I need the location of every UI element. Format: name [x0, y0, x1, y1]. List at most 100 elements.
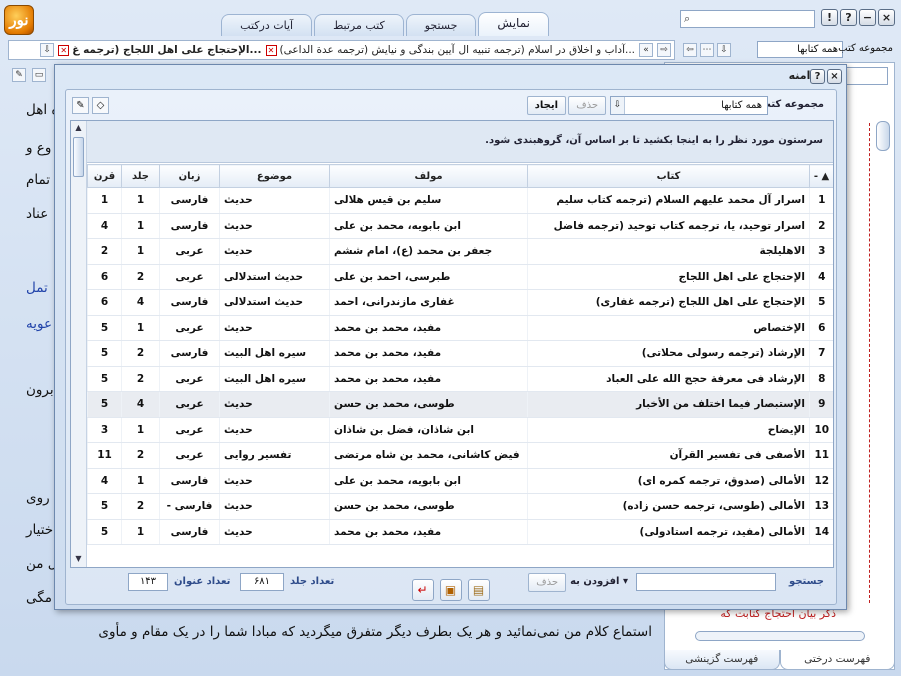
help-button[interactable]: ?	[840, 9, 857, 26]
chevron-down-icon[interactable]: ⇩	[611, 97, 625, 114]
nav-forward-icon[interactable]: ⇨	[657, 43, 671, 57]
window-controls: ! ? − ×	[821, 9, 895, 26]
grid-vscroll[interactable]: ▲ ▼	[71, 121, 87, 567]
close-icon[interactable]: ✕	[58, 44, 70, 56]
column-header-volume[interactable]: جلد	[121, 164, 160, 188]
tab-selective-list[interactable]: فهرست گزینشی	[664, 650, 780, 670]
more-icon[interactable]: ⋯	[700, 43, 714, 57]
panel-scroll-thumb[interactable]	[876, 121, 890, 151]
collection-label: مجموعه کتب	[838, 43, 893, 54]
table-row[interactable]: 8 الإرشاد فی معرفة حجج الله علی العباد مفی…	[87, 366, 833, 392]
scroll-tabs-icon[interactable]: «	[639, 43, 653, 57]
table-row[interactable]: 10 الإیضاح ابن شاذان، فضل بن شاذان حدیث عربی…	[87, 417, 833, 443]
return-button[interactable]: ↵	[411, 579, 434, 601]
tools-icon[interactable]: ✎	[72, 97, 89, 114]
book-title-cell: اسرار توحید، یا، ترجمه کتاب توحید (ترجمه…	[527, 213, 810, 239]
row-number: 13	[809, 493, 833, 520]
table-row[interactable]: 2 اسرار توحید، یا، ترجمه کتاب توحید (ترجم…	[87, 213, 833, 239]
alert-button[interactable]: !	[821, 9, 838, 26]
row-number: 4	[809, 264, 833, 290]
sort-column-header[interactable]: ▲ -	[809, 164, 833, 188]
note-button[interactable]: ▤	[467, 579, 490, 601]
table-row[interactable]: 13 الأمالی (طوسی، ترجمه حسن زاده) طوسی، مح…	[87, 493, 833, 520]
help-button[interactable]: ?	[810, 69, 825, 84]
eraser-icon[interactable]: ◇	[92, 97, 109, 114]
subject-cell: تفسیر روایی	[219, 442, 330, 469]
table-row[interactable]: 4 الإحتجاج علی اهل اللجاج طبرسی، احمد بن ع…	[87, 264, 833, 290]
tab-search[interactable]: جستجو	[405, 14, 477, 36]
column-header-author[interactable]: مولف	[329, 164, 528, 188]
minimize-button[interactable]: −	[859, 9, 876, 26]
tab-display[interactable]: نمایش	[478, 12, 549, 36]
tab-related-books[interactable]: کتب مرتبط	[314, 14, 404, 36]
nav-back-icon[interactable]: ⇦	[683, 43, 697, 57]
row-number: 5	[809, 289, 833, 316]
collection-select[interactable]: ⇩ همه کتابها	[610, 96, 768, 115]
century-cell: 5	[87, 315, 122, 341]
table-row[interactable]: 5 الإحتجاج علی اهل اللجاج (ترجمه غفاری) غف…	[87, 289, 833, 316]
subject-cell: حدیث	[219, 468, 330, 494]
doc-tab-active[interactable]: ✕ الإحتجاج علی اهل اللجاج (ترجمه غ...	[58, 44, 262, 56]
table-row[interactable]: 6 الإختصاص مفید، محمد بن محمد حدیث عربی 1 5	[87, 315, 833, 341]
volume-cell: 2	[121, 366, 160, 392]
column-header-century[interactable]: قرن	[87, 164, 122, 188]
panel-bottom-tabs: فهرست درختی فهرست گزینشی	[664, 650, 895, 670]
table-row[interactable]: 9 الإستبصار فیما اختلف من الأخبار طوسی، مح…	[87, 391, 833, 418]
table-row[interactable]: 12 الأمالی (صدوق، ترجمه کمره ای) ابن بابوی…	[87, 468, 833, 494]
row-number: 14	[809, 519, 833, 545]
scroll-thumb[interactable]	[73, 137, 84, 177]
group-by-hint: سرستون مورد نظر را به اینجا بکشید تا بر …	[71, 121, 833, 163]
close-window-button[interactable]: ×	[878, 9, 895, 26]
row-number: 2	[809, 213, 833, 239]
tab-verses-in-books[interactable]: آیات درکتب	[221, 14, 313, 36]
doc-text-line: ل من	[26, 556, 58, 572]
table-row[interactable]: 14 الأمالی (مفید، ترجمه استادولی) مفید، مح…	[87, 519, 833, 545]
language-cell: فارسی	[159, 289, 220, 316]
column-header-language[interactable]: زبان	[159, 164, 220, 188]
panel-hscroll[interactable]	[695, 631, 865, 641]
scroll-down-icon[interactable]: ▼	[73, 554, 84, 565]
open-book-button[interactable]: ▣	[439, 579, 462, 601]
book-title-cell: الإرشاد فی معرفة حجج الله علی العباد	[527, 366, 810, 392]
doc-text-line: ختیار	[26, 522, 54, 538]
language-cell: عربی	[159, 264, 220, 290]
doc-text-line: استماع کلام من نمی‌نمائید و هر یک بطرف د…	[98, 624, 652, 640]
doc-text-line: مگی	[26, 590, 52, 606]
table-row[interactable]: 1 اسرار آل محمد علیهم السلام (ترجمه کتاب …	[87, 187, 833, 214]
volume-cell: 1	[121, 417, 160, 443]
top-search-input[interactable]: ⌕	[680, 10, 815, 28]
close-icon[interactable]: ✕	[265, 44, 277, 56]
window-icon[interactable]: ▭	[32, 68, 46, 82]
table-row[interactable]: 3 الاهلیلجة جعفر بن محمد (ع)، امام ششم حدیث…	[87, 238, 833, 265]
tab-tree-list[interactable]: فهرست درختی	[779, 650, 895, 670]
delete-button[interactable]: حذف	[568, 96, 606, 115]
scroll-up-icon[interactable]: ▲	[73, 123, 84, 134]
main-tabs: نمایش جستجو کتب مرتبط آیات درکتب	[221, 12, 549, 36]
row-number: 10	[809, 417, 833, 443]
down-arrow-icon[interactable]: ⇩	[717, 43, 731, 57]
tools-icon[interactable]: ✎	[12, 68, 26, 82]
doc-text-line: عناد	[26, 206, 49, 222]
century-cell: 5	[87, 340, 122, 367]
open-documents-bar: ⇨ « آداب و اخلاق در اسلام (ترجمه تنبیه ا…	[8, 40, 675, 60]
book-title-cell: الاهلیلجة	[527, 238, 810, 265]
column-header-book[interactable]: کتاب	[527, 164, 810, 188]
century-cell: 5	[87, 493, 122, 520]
row-number: 9	[809, 391, 833, 418]
download-icon[interactable]: ⇩	[40, 43, 55, 57]
dialog-footer: ↵ ▣ ▤	[55, 579, 846, 607]
table-row[interactable]: 7 الإرشاد (ترجمه رسولی محلاتی) مفید، محمد …	[87, 340, 833, 367]
close-dialog-button[interactable]: ×	[827, 69, 842, 84]
volume-cell: 4	[121, 391, 160, 418]
table-row[interactable]: 11 الأصفی فی تفسیر القرآن فیض کاشانی، محمد…	[87, 442, 833, 469]
volume-cell: 2	[121, 264, 160, 290]
app-logo[interactable]: نور	[4, 5, 34, 35]
century-cell: 5	[87, 391, 122, 418]
author-cell: ابن شاذان، فضل بن شاذان	[329, 417, 528, 443]
doc-tab[interactable]: ✕ آیین بندگی و نیایش (ترجمه عدة الداعی)	[265, 44, 455, 56]
column-header-subject[interactable]: موضوع	[219, 164, 330, 188]
collection-select[interactable]: همه کتابها	[757, 41, 843, 58]
doc-tab[interactable]: آداب و اخلاق در اسلام (ترجمه تنبیه ال...	[459, 44, 636, 56]
language-cell: عربی	[159, 238, 220, 265]
create-button[interactable]: ایجاد	[526, 96, 566, 115]
